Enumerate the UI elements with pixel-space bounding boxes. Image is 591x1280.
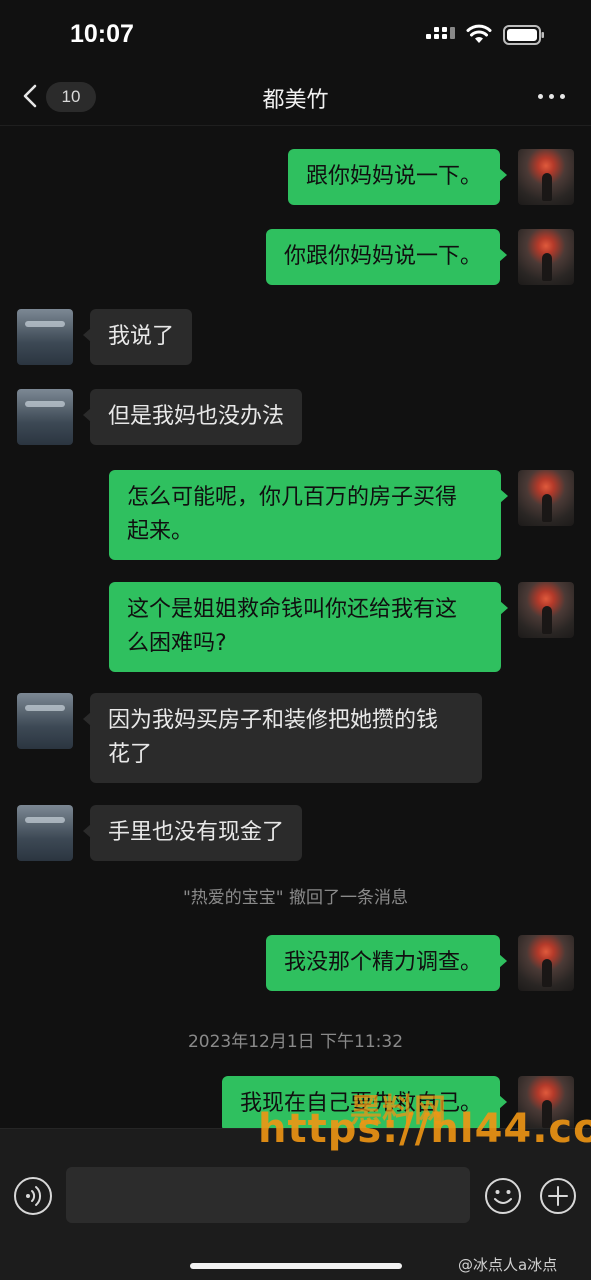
received-message-bubble[interactable]: 手里也没有现金了	[82, 805, 303, 861]
watermark-url: https://hl44.co	[258, 1106, 591, 1152]
received-message-bubble[interactable]: 但是我妈也没办法	[82, 389, 303, 445]
message-text: 你跟你妈妈说一下。	[283, 244, 482, 269]
sent-message-bubble[interactable]: 怎么可能呢，你几百万的房子买得 起来。	[109, 470, 508, 560]
message-input[interactable]	[66, 1167, 470, 1223]
contact-avatar[interactable]	[17, 389, 73, 445]
voice-icon	[26, 1186, 42, 1206]
message-text-line: 起来。	[127, 519, 194, 544]
message-text: 我没那个精力调查。	[283, 950, 482, 975]
message-text-line: 这个是姐姐救命钱叫你还给我有这	[127, 597, 458, 622]
contact-avatar[interactable]	[17, 309, 73, 365]
contact-avatar[interactable]	[17, 805, 73, 861]
plus-icon[interactable]	[539, 1177, 577, 1215]
message-text-line: 因为我妈买房子和装修把她攒的钱	[108, 708, 439, 733]
recalled-message-notice: "热爱的宝宝" 撤回了一条消息	[182, 888, 409, 908]
message-text: 手里也没有现金了	[108, 820, 285, 845]
chat-header: 10 都美竹	[0, 70, 591, 126]
message-timestamp: 2023年12月1日 下午11:32	[187, 1032, 404, 1052]
message-text-line: 怎么可能呢，你几百万的房子买得	[127, 485, 458, 510]
sent-message-bubble[interactable]: 你跟你妈妈说一下。	[265, 229, 508, 285]
battery-icon	[503, 25, 544, 45]
message-text: 但是我妈也没办法	[108, 404, 285, 429]
chat-title: 都美竹	[262, 88, 329, 113]
sent-message-bubble[interactable]: 这个是姐姐救命钱叫你还给我有这 么困难吗?	[109, 582, 508, 672]
my-avatar[interactable]	[518, 935, 574, 991]
contact-avatar[interactable]	[17, 693, 73, 749]
home-indicator[interactable]	[190, 1263, 402, 1269]
message-text: 我说了	[108, 324, 175, 349]
more-options-button[interactable]	[536, 84, 568, 108]
status-bar: 10:07	[0, 0, 591, 70]
my-avatar[interactable]	[518, 582, 574, 638]
message-text-line: 么困难吗?	[127, 631, 227, 656]
message-list[interactable]: 跟你妈妈说一下。 你跟你妈妈说一下。 我说了 但是我妈也没办法 怎么可能呢，你几…	[0, 127, 591, 1132]
voice-input-button[interactable]	[14, 1177, 52, 1215]
message-text: 跟你妈妈说一下。	[305, 164, 482, 189]
my-avatar[interactable]	[518, 470, 574, 526]
sent-message-bubble[interactable]: 我没那个精力调查。	[265, 935, 508, 991]
status-time: 10:07	[70, 20, 134, 48]
wifi-icon	[466, 24, 492, 43]
my-avatar[interactable]	[518, 229, 574, 285]
weibo-credit: @冰点人a冰点	[458, 1256, 558, 1274]
my-avatar[interactable]	[518, 149, 574, 205]
emoji-icon[interactable]	[484, 1177, 522, 1215]
sent-message-bubble[interactable]: 跟你妈妈说一下。	[287, 149, 508, 205]
received-message-bubble[interactable]: 因为我妈买房子和装修把她攒的钱 花了	[83, 693, 482, 783]
message-text-line: 花了	[108, 742, 153, 767]
cellular-signal-icon	[426, 27, 456, 45]
received-message-bubble[interactable]: 我说了	[82, 309, 193, 365]
